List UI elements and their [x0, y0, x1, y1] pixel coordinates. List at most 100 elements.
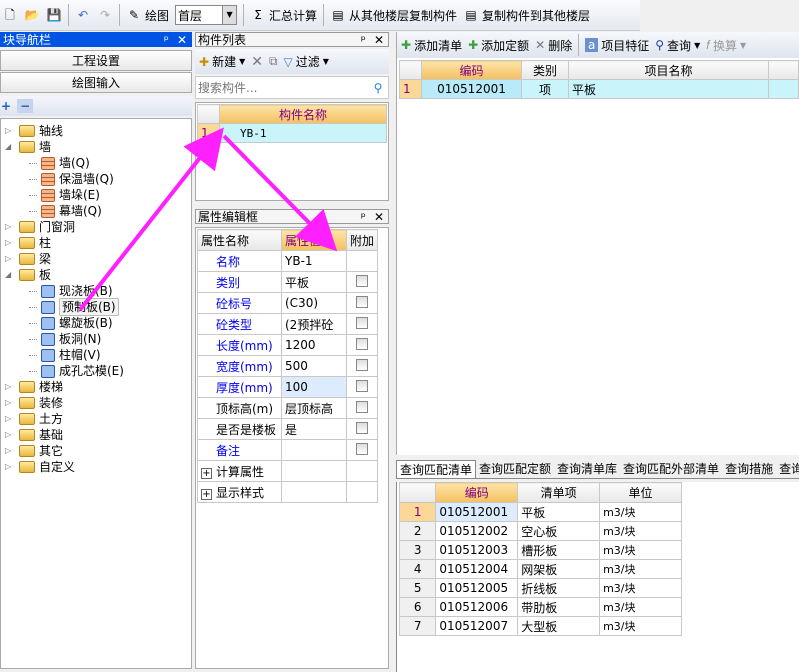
- component-search-input[interactable]: [196, 77, 368, 98]
- query-row[interactable]: 6 010512006 带肋板 m3/块: [398, 597, 682, 617]
- extra-checkbox[interactable]: [356, 358, 368, 371]
- collapse-all-icon[interactable]: −: [17, 99, 34, 113]
- property-row[interactable]: 顶标高(m) 层顶标高: [197, 397, 378, 419]
- extra-checkbox[interactable]: [356, 274, 368, 287]
- query-item[interactable]: 大型板: [517, 616, 601, 636]
- query-unit[interactable]: m3/块: [599, 559, 682, 579]
- search-icon[interactable]: ⚲: [368, 81, 388, 95]
- tree-item[interactable]: 幕墙(Q): [29, 203, 102, 219]
- property-value[interactable]: [281, 439, 347, 461]
- query-row[interactable]: 1 010512001 平板 m3/块: [398, 502, 682, 522]
- tree-item[interactable]: 螺旋板(B): [29, 315, 113, 331]
- col-header-list-item[interactable]: 清单项: [517, 482, 601, 503]
- copy-from-floor-button[interactable]: ▤ 从其他楼层复制构件: [330, 7, 457, 24]
- query-row[interactable]: 2 010512002 空心板 m3/块: [398, 521, 682, 541]
- query-unit[interactable]: m3/块: [599, 502, 682, 522]
- close-icon[interactable]: ✕: [374, 33, 384, 47]
- query-code[interactable]: 010512006: [435, 597, 519, 617]
- query-tab[interactable]: 查询: [776, 460, 799, 478]
- save-icon[interactable]: 💾: [46, 7, 62, 23]
- property-group-row[interactable]: + 计算属性: [197, 460, 378, 482]
- query-item[interactable]: 折线板: [517, 578, 601, 598]
- property-row[interactable]: 名称 YB-1: [197, 250, 378, 272]
- tree-item[interactable]: ▷ 门窗洞: [5, 219, 75, 235]
- query-code[interactable]: 010512004: [435, 559, 519, 579]
- new-file-icon[interactable]: 🗋: [2, 7, 18, 23]
- property-value[interactable]: 100: [281, 376, 347, 398]
- query-row[interactable]: 4 010512004 网架板 m3/块: [398, 559, 682, 579]
- collapsed-arrow-icon[interactable]: ▷: [5, 427, 15, 443]
- query-tab[interactable]: 查询匹配定额: [476, 460, 554, 478]
- new-button[interactable]: ✚ 新建 ▼: [199, 53, 245, 70]
- col-header-unit[interactable]: 单位: [599, 482, 682, 503]
- query-row[interactable]: 7 010512007 大型板 m3/块: [398, 616, 682, 636]
- extra-checkbox[interactable]: [356, 337, 368, 350]
- property-row[interactable]: 砼类型 (2预拌砼: [197, 313, 378, 335]
- col-header-name[interactable]: 构件名称: [219, 104, 387, 124]
- query-unit[interactable]: m3/块: [599, 540, 682, 560]
- expand-plus-icon[interactable]: +: [201, 488, 212, 500]
- collapsed-arrow-icon[interactable]: ▷: [5, 219, 15, 235]
- property-value[interactable]: (2预拌砼: [281, 313, 347, 335]
- query-code[interactable]: 010512002: [435, 521, 519, 541]
- add-list-button[interactable]: ✚ 添加清单: [401, 37, 462, 54]
- extra-checkbox[interactable]: [356, 295, 368, 308]
- property-row[interactable]: 长度(mm) 1200: [197, 334, 378, 356]
- property-row[interactable]: 砼标号 (C30): [197, 292, 378, 314]
- query-item[interactable]: 槽形板: [517, 540, 601, 560]
- query-row[interactable]: 5 010512005 折线板 m3/块: [398, 578, 682, 598]
- tree-item[interactable]: ◢ 墙: [5, 139, 51, 155]
- tree-item[interactable]: ▷ 梁: [5, 251, 51, 267]
- tree-item[interactable]: ▷ 自定义: [5, 459, 75, 475]
- floor-select[interactable]: 首层 ▼: [175, 5, 238, 25]
- query-button[interactable]: ⚲ 查询 ▼: [655, 37, 700, 54]
- query-item[interactable]: 平板: [517, 502, 601, 522]
- query-unit[interactable]: m3/块: [599, 597, 682, 617]
- query-unit[interactable]: m3/块: [599, 521, 682, 541]
- tree-item[interactable]: ▷ 基础: [5, 427, 63, 443]
- extra-checkbox[interactable]: [356, 400, 368, 413]
- property-row[interactable]: 备注: [197, 439, 378, 461]
- property-value[interactable]: 平板: [281, 271, 347, 293]
- query-tab[interactable]: 查询匹配外部清单: [620, 460, 722, 478]
- copy-to-floor-button[interactable]: ▤ 复制构件到其他楼层: [463, 7, 590, 24]
- col-header-code[interactable]: 编码: [421, 60, 522, 80]
- query-code[interactable]: 010512001: [435, 502, 519, 522]
- bill-code[interactable]: 010512001: [421, 79, 522, 99]
- close-icon[interactable]: ✕: [177, 33, 187, 47]
- expanded-arrow-icon[interactable]: ◢: [5, 267, 15, 283]
- tree-item[interactable]: ▷ 轴线: [5, 123, 63, 139]
- bill-row[interactable]: 1 010512001 项平板: [399, 79, 799, 99]
- query-item[interactable]: 带肋板: [517, 597, 601, 617]
- collapsed-arrow-icon[interactable]: ▷: [5, 251, 15, 267]
- convert-button[interactable]: 𝑓 换算 ▼: [706, 37, 746, 54]
- tree-item[interactable]: 成孔芯模(E): [29, 363, 124, 379]
- property-value[interactable]: 是: [281, 418, 347, 440]
- col-header-code[interactable]: 编码: [435, 482, 519, 503]
- draw-input-button[interactable]: 绘图输入: [0, 72, 192, 93]
- tree-item[interactable]: ▷ 楼梯: [5, 379, 63, 395]
- delete-icon[interactable]: ✕: [251, 54, 263, 70]
- property-value[interactable]: 层顶标高: [281, 397, 347, 419]
- tree-item[interactable]: 墙垛(E): [29, 187, 100, 203]
- component-row[interactable]: 1 YB-1: [197, 123, 387, 143]
- collapsed-arrow-icon[interactable]: ▷: [5, 235, 15, 251]
- property-value[interactable]: 500: [281, 355, 347, 377]
- property-row[interactable]: 是否是楼板是: [197, 418, 378, 440]
- query-item[interactable]: 网架板: [517, 559, 601, 579]
- tree-item[interactable]: ▷ 其它: [5, 443, 63, 459]
- tree-item[interactable]: 柱帽(V): [29, 347, 101, 363]
- collapsed-arrow-icon[interactable]: ▷: [5, 443, 15, 459]
- property-row[interactable]: 类别 平板: [197, 271, 378, 293]
- delete-button[interactable]: ✕ 删除: [535, 37, 572, 54]
- query-row[interactable]: 3 010512003 槽形板 m3/块: [398, 540, 682, 560]
- query-unit[interactable]: m3/块: [599, 616, 682, 636]
- collapsed-arrow-icon[interactable]: ▷: [5, 379, 15, 395]
- tree-item[interactable]: 墙(Q): [29, 155, 90, 171]
- draw-button[interactable]: ✎ 绘图: [126, 7, 169, 24]
- tree-item[interactable]: ▷ 土方: [5, 411, 63, 427]
- undo-icon[interactable]: ↶: [75, 7, 91, 23]
- expand-all-icon[interactable]: +: [1, 99, 11, 113]
- extra-checkbox[interactable]: [356, 379, 368, 392]
- extra-checkbox[interactable]: [356, 421, 368, 434]
